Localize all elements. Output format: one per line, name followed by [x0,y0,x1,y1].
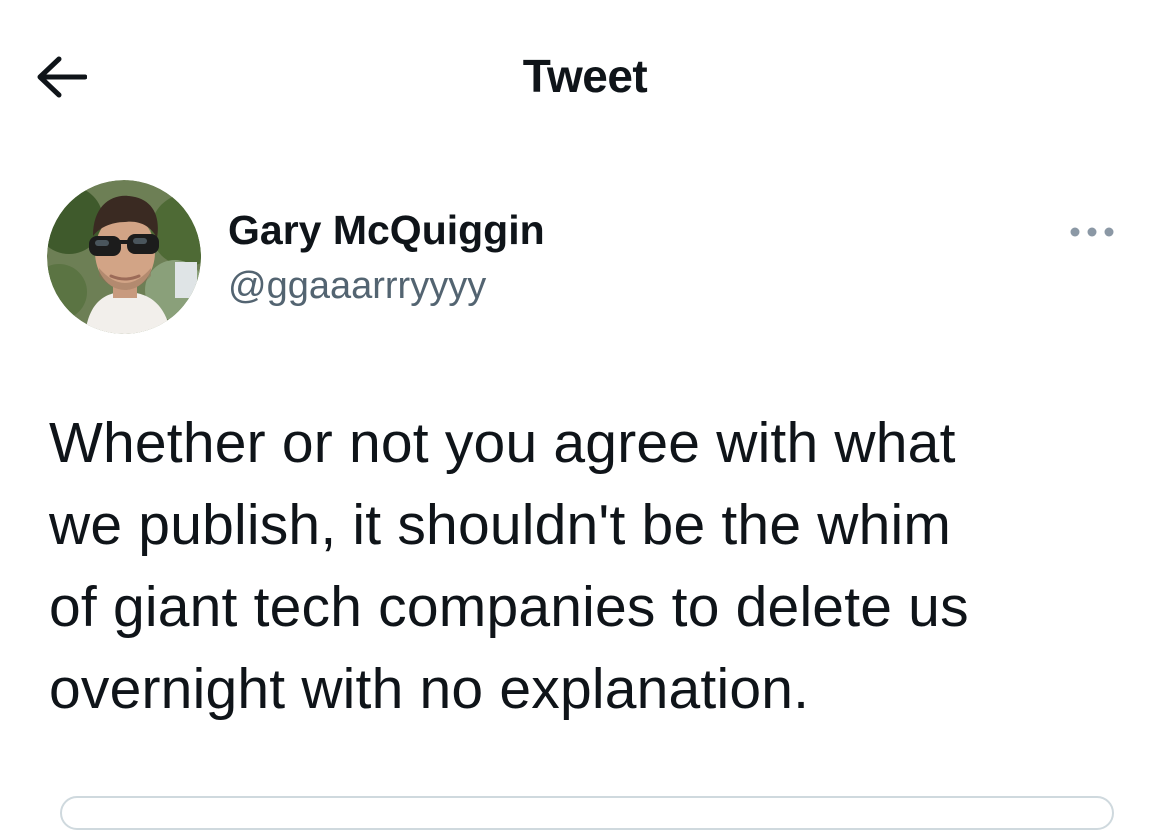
card-border [60,796,1114,830]
top-navigation-bar: Tweet [0,0,1170,150]
profile-photo [47,180,201,334]
page-title: Tweet [522,50,648,102]
more-options-button[interactable] [1064,212,1120,252]
author-display-name[interactable]: Gary McQuiggin [228,204,545,256]
author-handle[interactable]: @ggaaarrryyyy [228,262,486,310]
tweet-text: Whether or not you agree with what we pu… [49,411,969,721]
avatar[interactable] [47,180,201,334]
more-horizontal-icon [1070,227,1114,237]
